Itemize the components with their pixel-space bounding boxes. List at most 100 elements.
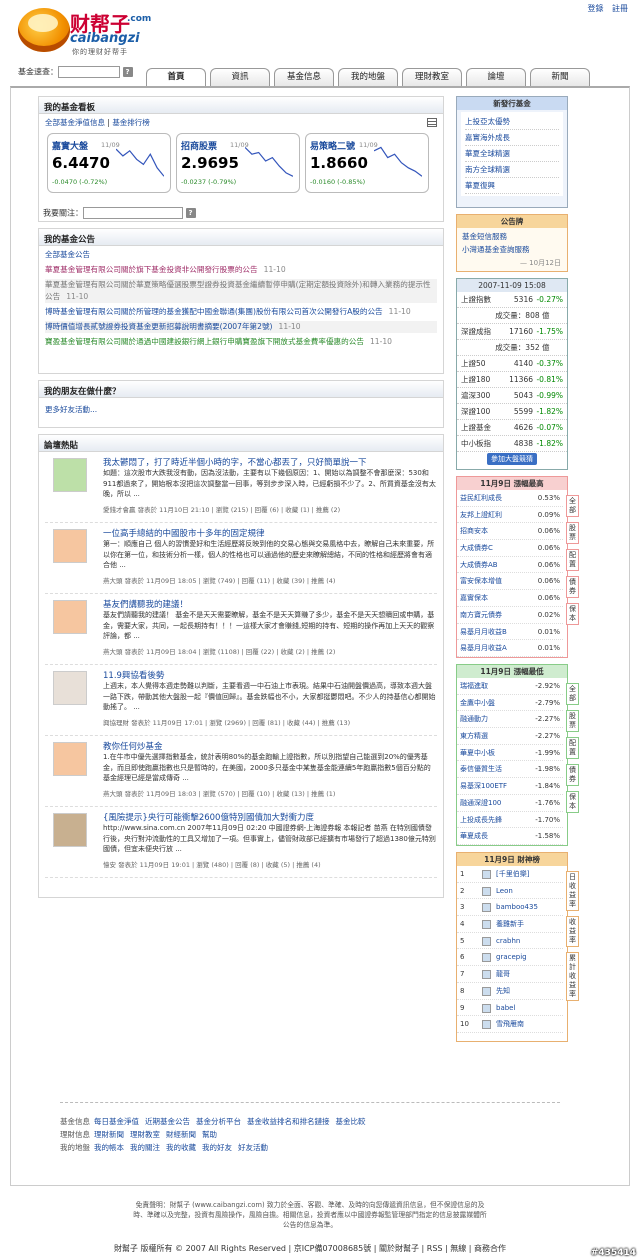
notice-link[interactable]: 基金短信服務 (462, 230, 562, 243)
index-name[interactable]: 中小板指 (461, 436, 501, 451)
index-name[interactable]: 深證成指 (461, 324, 501, 339)
new-fund-link[interactable]: 華夏全球精選 (465, 149, 510, 158)
rank-fund-name[interactable]: 融通深證100 (460, 795, 530, 811)
rank-row[interactable]: 富安保本增值 0.06% (457, 573, 563, 591)
category-tab[interactable]: 保 本 (566, 791, 579, 813)
new-fund-item[interactable]: 華夏全球精選 (465, 146, 559, 162)
category-tab[interactable]: 股 票 (566, 522, 579, 544)
rank-row[interactable]: 1 [千里伯樂] (457, 866, 563, 883)
rank-row[interactable]: 易基深100ETF -1.84% (457, 778, 563, 795)
rank-user-name[interactable]: babel (496, 1000, 560, 1016)
rank-row[interactable]: 融通動力 -2.27% (457, 711, 563, 729)
rank-user-name[interactable]: gracepig (496, 949, 560, 965)
category-tab[interactable]: 股 票 (566, 710, 579, 732)
rank-user-name[interactable]: 雪飛雁南 (496, 1016, 560, 1032)
rank-row[interactable]: 大成債券AB 0.06% (457, 557, 563, 574)
rank-user-name[interactable]: 養雞新手 (496, 916, 560, 932)
new-fund-item[interactable]: 華夏復興 (465, 178, 559, 194)
rank-fund-name[interactable]: 大成債券C (460, 540, 530, 556)
rank-row[interactable]: 7 龍哥 (457, 966, 563, 983)
rank-row[interactable]: 4 養雞新手 (457, 916, 563, 933)
register-link[interactable]: 註冊 (612, 4, 628, 13)
footer-link[interactable]: 我的關注 (130, 1143, 160, 1152)
new-fund-link[interactable]: 南方全球精選 (465, 165, 510, 174)
footer-link[interactable]: 我的帳本 (94, 1143, 124, 1152)
rank-row[interactable]: 益民紅利成長 0.53% (457, 490, 563, 507)
announce-link[interactable]: 博時價值增長貳號證券投資基金更新招募說明書摘要(2007年第2號) (45, 322, 273, 331)
rank-fund-name[interactable]: 瑞福進取 (460, 678, 530, 694)
post-title[interactable]: 我太鬱悶了，打了時近半個小時的字，不當心都丟了，只好簡單說一下 (103, 456, 367, 468)
rank-fund-name[interactable]: 益民紅利成長 (460, 490, 530, 506)
index-name[interactable]: 上證指數 (461, 292, 501, 307)
category-tab[interactable]: 保 本 (566, 603, 579, 625)
post-title[interactable]: 11.9興協看後勢 (103, 669, 164, 681)
rank-fund-name[interactable]: 南方寶元債券 (460, 607, 530, 623)
rank-row[interactable]: 3 bamboo435 (457, 899, 563, 917)
list-view-icon[interactable] (427, 118, 437, 127)
rank-row[interactable]: 6 gracepig (457, 949, 563, 967)
rank-row[interactable]: 嘉實保本 0.06% (457, 590, 563, 607)
avatar[interactable] (53, 600, 87, 634)
rank-row[interactable]: 9 babel (457, 1000, 563, 1017)
rank-fund-name[interactable]: 華夏中小板 (460, 745, 530, 761)
guess-button[interactable]: 參加大盤競猜 (487, 453, 537, 465)
rank-row[interactable]: 東方精選 -2.27% (457, 728, 563, 745)
new-fund-item[interactable]: 南方全球精選 (465, 162, 559, 178)
announce-link[interactable]: 博時基金管理有限公司關於所管理的基金獲配中國金聯通(集團)股份有限公司首次公開發… (45, 307, 383, 316)
avatar[interactable] (53, 742, 87, 776)
fund-ranking-link[interactable]: 基金排行榜 (112, 118, 150, 127)
rank-fund-name[interactable]: 嘉實保本 (460, 590, 530, 606)
fund-card[interactable]: 嘉實大盤 11/09 6.4470 -0.0470 (-0.72%) (47, 133, 171, 193)
rank-fund-name[interactable]: 金鷹中小盤 (460, 695, 530, 711)
rank-row[interactable]: 易基月月收益A 0.01% (457, 640, 563, 657)
new-fund-link[interactable]: 華夏復興 (465, 181, 495, 190)
new-fund-item[interactable]: 嘉實海外成長 (465, 130, 559, 146)
index-name[interactable]: 上證180 (461, 372, 501, 387)
footer-link[interactable]: 我的收藏 (166, 1143, 196, 1152)
footer-link[interactable]: 近期基金公告 (145, 1117, 190, 1126)
rank-fund-name[interactable]: 融通動力 (460, 711, 530, 727)
index-name[interactable]: 深證100 (461, 404, 501, 419)
notice-link[interactable]: 小灣通基金查詢服務 (462, 243, 562, 256)
fund-search-input[interactable] (58, 66, 120, 78)
category-tab[interactable]: 全 部 (566, 683, 579, 705)
category-tab[interactable]: 全 部 (566, 495, 579, 517)
logo[interactable]: 财帮子 .com caibangzi 你的理财好帮手 (14, 2, 164, 58)
rank-fund-name[interactable]: 上投成長先鋒 (460, 812, 530, 828)
rank-user-name[interactable]: Leon (496, 883, 560, 899)
footer-link[interactable]: 基金收益排名和排名鏈接 (247, 1117, 330, 1126)
category-tab[interactable]: 債 券 (566, 576, 579, 598)
all-announce-link[interactable]: 全部基金公告 (45, 250, 90, 259)
rank-user-name[interactable]: crabhn (496, 933, 560, 949)
rank-row[interactable]: 2 Leon (457, 883, 563, 900)
rank-row[interactable]: 南方寶元債券 0.02% (457, 607, 563, 624)
footer-link[interactable]: 幫助 (202, 1130, 217, 1139)
category-tab[interactable]: 配 置 (566, 737, 579, 759)
footer-link[interactable]: 理財教室 (130, 1130, 160, 1139)
tab-2[interactable]: 基金信息 (274, 68, 334, 86)
avatar[interactable] (53, 529, 87, 563)
rank-fund-name[interactable]: 易基深100ETF (460, 778, 530, 794)
avatar[interactable] (53, 813, 87, 847)
rank-row[interactable]: 融通深證100 -1.76% (457, 795, 563, 812)
rank-row[interactable]: 8 先知 (457, 983, 563, 1000)
rank-row[interactable]: 華夏中小板 -1.99% (457, 745, 563, 762)
rank-row[interactable]: 10 雪飛雁南 (457, 1016, 563, 1033)
tab-6[interactable]: 新聞 (530, 68, 590, 86)
tab-3[interactable]: 我的地盤 (338, 68, 398, 86)
tab-5[interactable]: 論壇 (466, 68, 526, 86)
index-name[interactable]: 上證基金 (461, 420, 501, 435)
announce-link[interactable]: 華夏基金管理有限公司關於華夏策略優選股票型證券投資基金繼續暫停申購(定期定額投資… (45, 280, 431, 301)
post-title[interactable]: {風險提示}央行可能衝擊2600億特別國債加大對衝力度 (103, 811, 314, 823)
rank-fund-name[interactable]: 友邦上證紅利 (460, 507, 530, 523)
login-link[interactable]: 登錄 (587, 4, 603, 13)
rank-fund-name[interactable]: 招商安本 (460, 523, 530, 539)
rank-row[interactable]: 易基月月收益B 0.01% (457, 624, 563, 641)
avatar[interactable] (53, 671, 87, 705)
rank-fund-name[interactable]: 東方精選 (460, 728, 530, 744)
footer-link[interactable]: 基金比較 (336, 1117, 366, 1126)
post-title[interactable]: 教你任何炒基金 (103, 740, 163, 752)
rank-row[interactable]: 華夏成長 -1.58% (457, 828, 563, 845)
avatar[interactable] (53, 458, 87, 492)
rank-row[interactable]: 瑞福進取 -2.92% (457, 678, 563, 695)
